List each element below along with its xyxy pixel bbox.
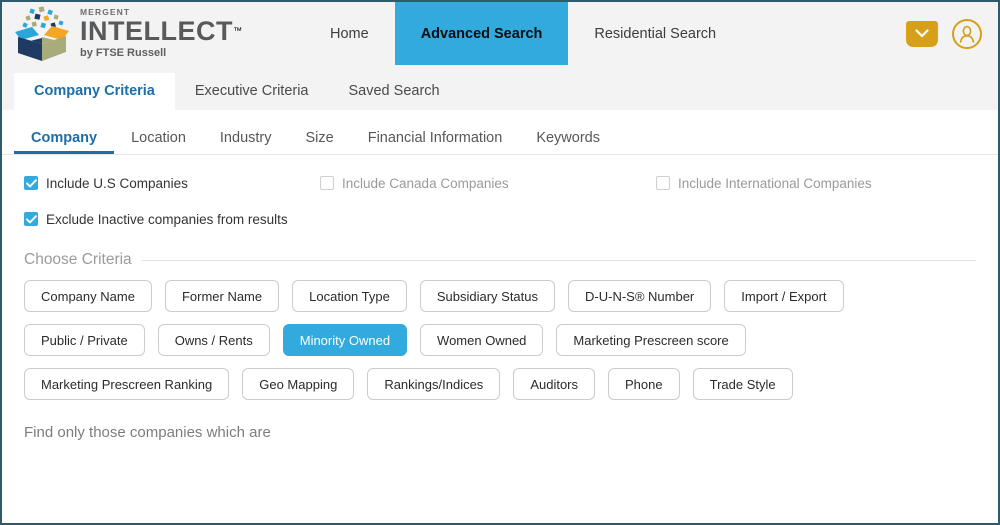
- checkbox-include-us-companies[interactable]: Include U.S Companies: [24, 176, 320, 191]
- criteria-button-geo-mapping[interactable]: Geo Mapping: [242, 368, 355, 400]
- mergent-logo-icon: [12, 5, 72, 63]
- find-companies-prompt: Find only those companies which are: [24, 424, 271, 441]
- checkbox-exclude-inactive-companies[interactable]: Exclude Inactive companies from results: [24, 212, 288, 227]
- criteria-row: Company Name Former Name Location Type S…: [24, 280, 998, 312]
- criteria-button-public-private[interactable]: Public / Private: [24, 324, 145, 356]
- criteria-button-marketing-prescreen-score[interactable]: Marketing Prescreen score: [556, 324, 746, 356]
- topnav-item-advanced-search[interactable]: Advanced Search: [394, 2, 569, 65]
- checkbox-include-canada-companies[interactable]: Include Canada Companies: [320, 176, 656, 191]
- tab-executive-criteria[interactable]: Executive Criteria: [175, 73, 329, 110]
- criteria-button-former-name[interactable]: Former Name: [164, 280, 280, 312]
- criteria-button-location-type[interactable]: Location Type: [292, 280, 407, 312]
- criteria-button-grid: Company Name Former Name Location Type S…: [2, 269, 998, 400]
- trademark-symbol: ™: [233, 25, 242, 36]
- criteria-row: Marketing Prescreen Ranking Geo Mapping …: [24, 368, 998, 400]
- brand-byline: by FTSE Russell: [80, 46, 167, 59]
- choose-criteria-header: Choose Criteria: [2, 237, 998, 269]
- subtab-company[interactable]: Company: [14, 130, 115, 154]
- main-content: Include U.S Companies Include Canada Com…: [2, 155, 998, 441]
- criteria-button-rankings-indices[interactable]: Rankings/Indices: [367, 368, 501, 400]
- secondary-tabs: Company Location Industry Size Financial…: [2, 110, 998, 155]
- checkbox-unchecked-icon: [320, 176, 334, 190]
- subtab-size[interactable]: Size: [289, 130, 351, 154]
- user-avatar-icon[interactable]: [952, 18, 982, 49]
- section-divider: [141, 259, 976, 261]
- tab-saved-search[interactable]: Saved Search: [329, 73, 460, 110]
- tab-company-criteria[interactable]: Company Criteria: [14, 73, 175, 110]
- section-title: Choose Criteria: [24, 251, 132, 268]
- criteria-button-auditors[interactable]: Auditors: [513, 368, 596, 400]
- chevron-down-icon[interactable]: [906, 20, 938, 47]
- criteria-button-company-name[interactable]: Company Name: [24, 280, 152, 312]
- checkbox-label: Include Canada Companies: [342, 175, 509, 191]
- criteria-button-owns-rents[interactable]: Owns / Rents: [157, 324, 270, 356]
- checkbox-label: Include U.S Companies: [46, 175, 188, 191]
- page-header: MERGENT INTELLECT™ by FTSE Russell Home …: [2, 2, 998, 65]
- top-navigation: Home Advanced Search Residential Search: [304, 2, 742, 65]
- subtab-financial-information[interactable]: Financial Information: [351, 130, 520, 154]
- brand-wordmark: MERGENT INTELLECT™ by FTSE Russell: [80, 8, 242, 58]
- topnav-item-home[interactable]: Home: [304, 2, 395, 65]
- topnav-item-residential-search[interactable]: Residential Search: [568, 2, 742, 65]
- exclude-inactive-row: Exclude Inactive companies from results: [2, 201, 998, 237]
- criteria-button-subsidiary-status[interactable]: Subsidiary Status: [419, 280, 556, 312]
- country-checkbox-row: Include U.S Companies Include Canada Com…: [2, 165, 998, 201]
- application-window: MERGENT INTELLECT™ by FTSE Russell Home …: [0, 0, 1000, 525]
- brand-intellect-text: INTELLECT: [80, 15, 233, 46]
- checkbox-checked-icon: [24, 176, 38, 190]
- subtab-keywords[interactable]: Keywords: [519, 130, 617, 154]
- criteria-button-phone[interactable]: Phone: [608, 368, 680, 400]
- checkbox-label: Include International Companies: [678, 175, 872, 191]
- primary-tabs: Company Criteria Executive Criteria Save…: [2, 65, 998, 110]
- header-actions: [906, 2, 998, 65]
- subtab-industry[interactable]: Industry: [203, 130, 289, 154]
- checkbox-unchecked-icon: [656, 176, 670, 190]
- brand-logo[interactable]: MERGENT INTELLECT™ by FTSE Russell: [2, 2, 242, 65]
- criteria-button-trade-style[interactable]: Trade Style: [692, 368, 793, 400]
- criteria-row: Public / Private Owns / Rents Minority O…: [24, 324, 998, 356]
- brand-intellect-line: INTELLECT™: [80, 15, 242, 46]
- checkbox-label: Exclude Inactive companies from results: [46, 211, 288, 227]
- criteria-button-women-owned[interactable]: Women Owned: [420, 324, 544, 356]
- subtab-location[interactable]: Location: [114, 130, 203, 154]
- checkbox-checked-icon: [24, 212, 38, 226]
- criteria-button-marketing-prescreen-ranking[interactable]: Marketing Prescreen Ranking: [24, 368, 230, 400]
- criteria-button-duns-number[interactable]: D-U-N-S® Number: [568, 280, 712, 312]
- criteria-button-minority-owned[interactable]: Minority Owned: [282, 324, 408, 356]
- criteria-button-import-export[interactable]: Import / Export: [724, 280, 844, 312]
- checkbox-include-international-companies[interactable]: Include International Companies: [656, 176, 872, 191]
